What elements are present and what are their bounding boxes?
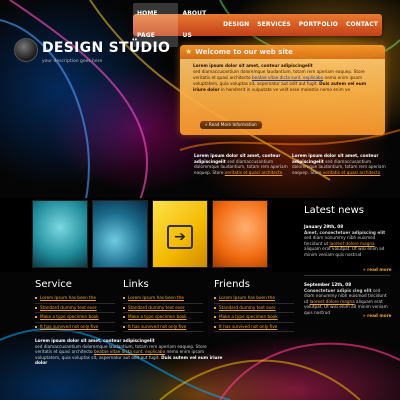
welcome-bold: Lorem ipsum dolor sit amet, conteur adip…: [193, 63, 313, 68]
main-nav: HOME PAGE ABOUT US DESIGN SERVICES PORTF…: [133, 3, 382, 47]
nav-about-us[interactable]: ABOUT US: [178, 3, 219, 47]
gallery-thumb-halftone[interactable]: [92, 200, 148, 268]
section-title-service: Service: [35, 279, 72, 290]
welcome-body-3: in hendrerit in vulputate ve velit esse …: [220, 87, 351, 92]
nav-design[interactable]: DESIGN: [219, 14, 253, 36]
logo-title: DESIGN STÜDIO: [42, 40, 171, 56]
friends-link[interactable]: It has survived not only five: [214, 323, 294, 332]
footer-bold: Lorem ipsum dolor sit amet, conteur adip…: [35, 338, 155, 343]
gallery-thumb-stars[interactable]: [32, 200, 88, 268]
friends-link[interactable]: Standard dummy text ever: [214, 304, 294, 313]
site-logo[interactable]: DESIGN STÜDIO your description goes here: [14, 38, 170, 70]
star-icon: ★: [185, 47, 193, 56]
nav-contact[interactable]: CONTACT: [342, 14, 382, 36]
news-item-2: September 12th, 08 Consectetuer adipis c…: [304, 282, 390, 315]
nav-portfolio[interactable]: PORTFOLIO: [295, 14, 342, 36]
footer-text: Lorem ipsum dolor sit amet, conteur adip…: [35, 338, 225, 366]
news-read-more-1[interactable]: » read more: [363, 267, 392, 272]
nav-services[interactable]: SERVICES: [253, 14, 295, 36]
footer-link[interactable]: beatae vitae dicta sunt. explicabo: [94, 349, 165, 354]
latest-news-title: Latest news: [304, 205, 364, 216]
friends-link[interactable]: Lorem Ipsum has been the: [214, 294, 294, 304]
welcome-link[interactable]: beatae vitae dicta sunt. explicabo: [252, 75, 323, 80]
links-link[interactable]: Standard dummy text ever: [123, 304, 203, 313]
welcome-title: Welcome to our web site: [195, 48, 293, 56]
friends-link[interactable]: Make a type specimen book: [214, 313, 294, 323]
intro-column-1: Lorem ipsum dolor sit amet, conteur adip…: [194, 153, 289, 175]
news-link-1[interactable]: laoreet dolore magna: [330, 241, 375, 246]
welcome-header: ★ Welcome to our web site: [180, 45, 385, 59]
logo-emblem-icon: [14, 38, 38, 62]
service-list: Lorem Ipsum has been the Standard dummy …: [35, 294, 115, 332]
service-link[interactable]: Lorem Ipsum has been the: [35, 294, 115, 304]
news-text-1b: aliquam erat volutpat. Ut wisi enim ad m…: [304, 246, 385, 257]
logo-tagline: your description goes here: [42, 59, 103, 64]
arrow-right-icon: ➔: [167, 225, 193, 249]
intro-column-2: Lorem ipsum dolor sit amet, conteur adip…: [292, 153, 387, 175]
links-list: Lorem Ipsum has been the Standard dummy …: [123, 294, 203, 332]
service-link[interactable]: Make a type specimen book: [35, 313, 115, 323]
welcome-text: Lorem ipsum dolor sit amet, conteur adip…: [180, 59, 385, 93]
column-1-link[interactable]: veritatis et quasi architecto: [225, 170, 283, 175]
column-2-link[interactable]: veritatis et quasi architecto: [323, 170, 381, 175]
links-link[interactable]: Lorem Ipsum has been the: [123, 294, 203, 304]
read-more-button[interactable]: » Read More Information: [200, 121, 262, 129]
section-title-links: Links: [123, 279, 149, 290]
links-link[interactable]: Make a type specimen book: [123, 313, 203, 323]
news-bold-2: Consectetuer adipis cing elit: [304, 287, 372, 293]
news-read-more-2[interactable]: » read more: [363, 313, 392, 318]
news-divider: [304, 275, 390, 276]
links-link[interactable]: It has survived not only five: [123, 323, 203, 332]
gallery-thumb-orange[interactable]: [212, 200, 268, 268]
section-title-friends: Friends: [214, 279, 250, 290]
friends-list: Lorem Ipsum has been the Standard dummy …: [214, 294, 294, 332]
welcome-panel: ★ Welcome to our web site Lorem ipsum do…: [180, 45, 385, 135]
service-link[interactable]: Standard dummy text ever: [35, 304, 115, 313]
news-item-1: January 29th, 08 Amet, consectetuer adip…: [304, 224, 390, 257]
news-link-2[interactable]: laoreet dolore magna: [310, 299, 355, 304]
gallery-thumb-arrow[interactable]: ➔: [152, 200, 208, 268]
news-bold-1: Amet, consectetuer adipiscing elit: [304, 229, 386, 235]
service-link[interactable]: It has survived not only five: [35, 323, 115, 332]
